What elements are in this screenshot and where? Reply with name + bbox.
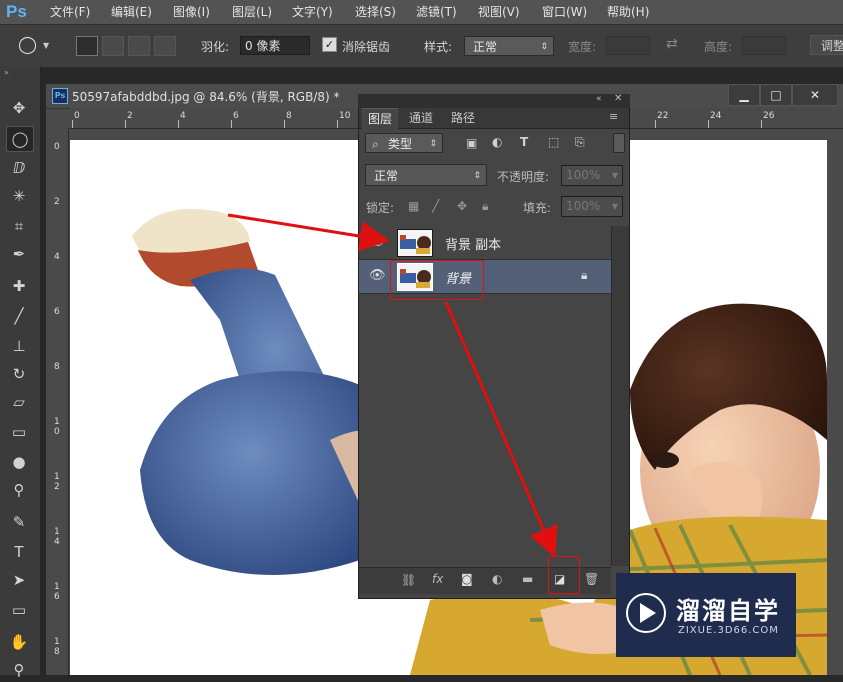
- watermark-url: ZIXUE.3D66.COM: [678, 625, 779, 636]
- watermark: 溜溜自学 ZIXUE.3D66.COM: [616, 573, 796, 657]
- play-logo-icon: [626, 593, 666, 633]
- play-triangle-icon: [640, 603, 656, 623]
- arrow-to-copy-layer: [227, 213, 390, 252]
- watermark-title: 溜溜自学: [676, 597, 780, 625]
- arrow-to-new-layer: [444, 301, 558, 558]
